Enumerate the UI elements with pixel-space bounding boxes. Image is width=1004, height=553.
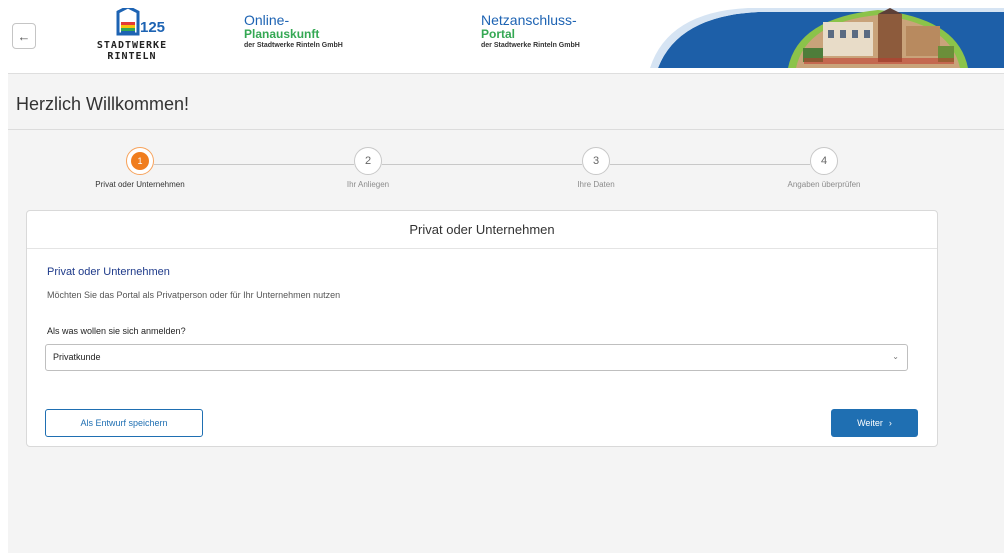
- step-4: 4 Angaben überprüfen: [724, 147, 924, 189]
- card-header: Privat oder Unternehmen: [27, 211, 937, 249]
- account-type-label: Als was wollen sie sich anmelden?: [47, 326, 186, 336]
- save-draft-button[interactable]: Als Entwurf speichern: [45, 409, 203, 437]
- app-frame: ← 125 STADTWERKE RINTELN Online- Planaus…: [8, 8, 1004, 553]
- site-header: ← 125 STADTWERKE RINTELN Online- Planaus…: [8, 8, 1004, 74]
- house-icon: [116, 8, 140, 36]
- account-type-select[interactable]: Privatkunde ⌄: [45, 344, 908, 371]
- step-2-indicator: 2: [354, 147, 382, 175]
- logo-wordmark: STADTWERKE RINTELN: [82, 40, 182, 62]
- chevron-right-icon: ›: [888, 418, 892, 428]
- planauskunft-subtitle: Planauskunft: [244, 27, 320, 42]
- arrow-left-icon: ←: [17, 28, 31, 44]
- logo-line2: RINTELN: [107, 51, 157, 62]
- step-1-label: Privat oder Unternehmen: [95, 180, 185, 189]
- netzanschluss-subtitle: Portal: [481, 27, 516, 42]
- header-banner-image: [650, 8, 1004, 68]
- step-1-number: 1: [131, 152, 149, 170]
- next-button-label: Weiter: [857, 418, 883, 428]
- step-2: 2 Ihr Anliegen: [268, 147, 468, 189]
- account-type-value: Privatkunde: [53, 352, 101, 362]
- page-title: Herzlich Willkommen!: [16, 94, 190, 114]
- netzanschluss-title: Netzanschluss-: [481, 12, 577, 28]
- title-bar: Herzlich Willkommen!: [8, 78, 1004, 130]
- netzanschluss-heading: Netzanschluss- Portal der Stadtwerke Rin…: [481, 12, 580, 50]
- planauskunft-heading: Online- Planauskunft der Stadtwerke Rint…: [244, 12, 343, 50]
- step-4-indicator: 4: [810, 147, 838, 175]
- step-3: 3 Ihre Daten: [496, 147, 696, 189]
- section-title: Privat oder Unternehmen: [47, 266, 170, 278]
- step-4-label: Angaben überprüfen: [787, 180, 861, 189]
- step-1-indicator: 1: [126, 147, 154, 175]
- logo-line1: STADTWERKE: [96, 40, 168, 51]
- netzanschluss-company: der Stadtwerke Rinteln GmbH: [481, 41, 580, 49]
- planauskunft-title: Online-: [244, 12, 290, 28]
- anniversary-badge: 125: [140, 19, 165, 36]
- step-1: 1 Privat oder Unternehmen: [40, 147, 240, 189]
- step-3-label: Ihre Daten: [577, 180, 615, 189]
- progress-stepper: 1 Privat oder Unternehmen 2 Ihr Anliegen…: [8, 132, 1004, 202]
- back-button[interactable]: ←: [12, 23, 36, 49]
- section-description: Möchten Sie das Portal als Privatperson …: [47, 290, 341, 300]
- step-2-label: Ihr Anliegen: [346, 180, 390, 189]
- step-3-indicator: 3: [582, 147, 610, 175]
- next-button[interactable]: Weiter ›: [831, 409, 918, 437]
- planauskunft-company: der Stadtwerke Rinteln GmbH: [244, 41, 343, 49]
- form-card: Privat oder Unternehmen Privat oder Unte…: [26, 210, 938, 447]
- chevron-down-icon: ⌄: [892, 352, 899, 361]
